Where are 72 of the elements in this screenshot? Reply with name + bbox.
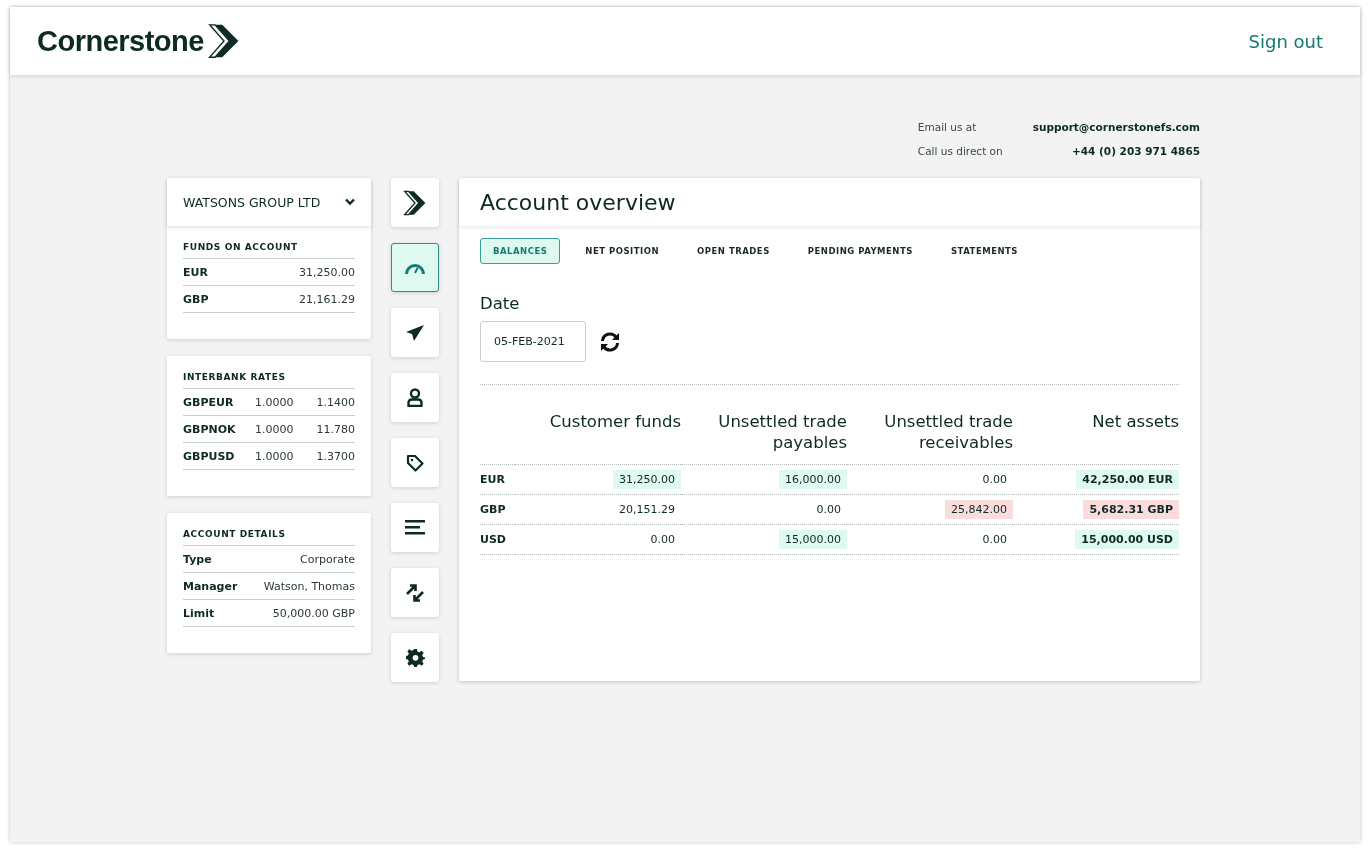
contact-value: support@cornerstonefs.com — [1032, 121, 1200, 133]
detail-value: Watson, Thomas — [263, 580, 355, 593]
highlighted-value: 5,682.31 GBP — [1083, 499, 1179, 519]
detail-label: Type — [183, 553, 212, 566]
base-rate: 1.0000 — [255, 423, 295, 436]
table-cell-text: 20,151.29 — [618, 501, 676, 518]
nav-button[interactable] — [391, 178, 439, 227]
table-cell-text: 0.00 — [981, 471, 1008, 488]
contact-value: +44 (0) 203 971 4865 — [1071, 145, 1200, 157]
base-rate: 1.0000 — [255, 450, 295, 463]
column-header: Net assets — [1092, 412, 1179, 431]
date-field[interactable]: 05-FEB-2021 — [480, 321, 586, 362]
detail-label: Limit — [183, 607, 215, 620]
section-title: FUNDS ON ACCOUNT — [183, 242, 355, 259]
column-header: Unsettled trade receivables — [884, 412, 1013, 453]
currency-pair: GBPUSD — [183, 450, 236, 463]
column-header: Customer funds — [549, 412, 681, 431]
currency-pair: GBPEUR — [183, 396, 235, 409]
brand-name: Cornerstone — [37, 24, 204, 58]
settings-icon — [405, 648, 425, 667]
base-rate: 1.0000 — [255, 396, 295, 409]
detail-label: Manager — [183, 580, 238, 593]
page-title: Account overview — [480, 189, 676, 215]
tab[interactable]: BALANCES — [480, 238, 561, 264]
section-title: ACCOUNT DETAILS — [183, 529, 355, 546]
currency-label: GBP — [183, 293, 209, 306]
detail-value: Corporate — [300, 553, 355, 566]
detail-value: 50,000.00 GBP — [272, 607, 355, 620]
sign-out-link[interactable]: Sign out — [1248, 30, 1323, 52]
tab[interactable]: PENDING PAYMENTS — [794, 238, 926, 264]
date-label: Date — [480, 294, 521, 313]
swap-arrows-icon — [405, 582, 425, 603]
nav-button[interactable] — [391, 568, 439, 617]
table-cell-text: 0.00 — [981, 531, 1008, 548]
caret-icon — [345, 198, 355, 206]
rate-value: 1.1400 — [315, 396, 355, 409]
nav-button[interactable] — [391, 503, 439, 552]
highlighted-value: 31,250.00 — [613, 469, 681, 489]
highlighted-value: 42,250.00 EUR — [1076, 469, 1179, 489]
nav-button[interactable] — [391, 308, 439, 357]
nav-button[interactable] — [391, 438, 439, 487]
rate-value: 11.780 — [315, 423, 355, 436]
amount-value: 31,250.00 — [299, 266, 355, 279]
text-lines-icon — [405, 520, 425, 535]
rate-value: 1.3700 — [315, 450, 355, 463]
highlighted-value: 15,000.00 — [779, 529, 847, 549]
chevron-logo-icon — [402, 188, 428, 217]
highlighted-value: 15,000.00 USD — [1075, 529, 1179, 549]
amount-value: 21,161.29 — [299, 293, 355, 306]
column-header: Unsettled trade payables — [718, 412, 847, 453]
nav-button[interactable] — [391, 633, 439, 682]
currency-label: EUR — [480, 472, 505, 486]
currency-pair: GBPNOK — [183, 423, 237, 436]
person-icon — [407, 388, 423, 407]
tab[interactable]: STATEMENTS — [937, 238, 1031, 264]
contact-label: Call us direct on — [917, 145, 1003, 157]
table-cell-text: 0.00 — [649, 531, 676, 548]
table-cell-text: 0.00 — [815, 501, 842, 518]
tab[interactable]: OPEN TRADES — [684, 238, 783, 264]
highlighted-value: 16,000.00 — [779, 469, 847, 489]
section-title: INTERBANK RATES — [183, 372, 355, 389]
highlighted-value: 25,842.00 — [945, 499, 1013, 519]
paper-plane-icon — [405, 323, 425, 342]
nav-button[interactable] — [391, 373, 439, 422]
tag-icon — [406, 453, 424, 472]
refresh-icon[interactable] — [599, 331, 621, 352]
account-dropdown[interactable]: WATSONS GROUP LTD — [167, 178, 371, 226]
contact-label: Email us at — [917, 121, 978, 133]
currency-label: EUR — [183, 266, 208, 279]
tab[interactable]: NET POSITION — [572, 238, 673, 264]
currency-label: USD — [480, 532, 506, 546]
currency-label: GBP — [480, 502, 506, 516]
